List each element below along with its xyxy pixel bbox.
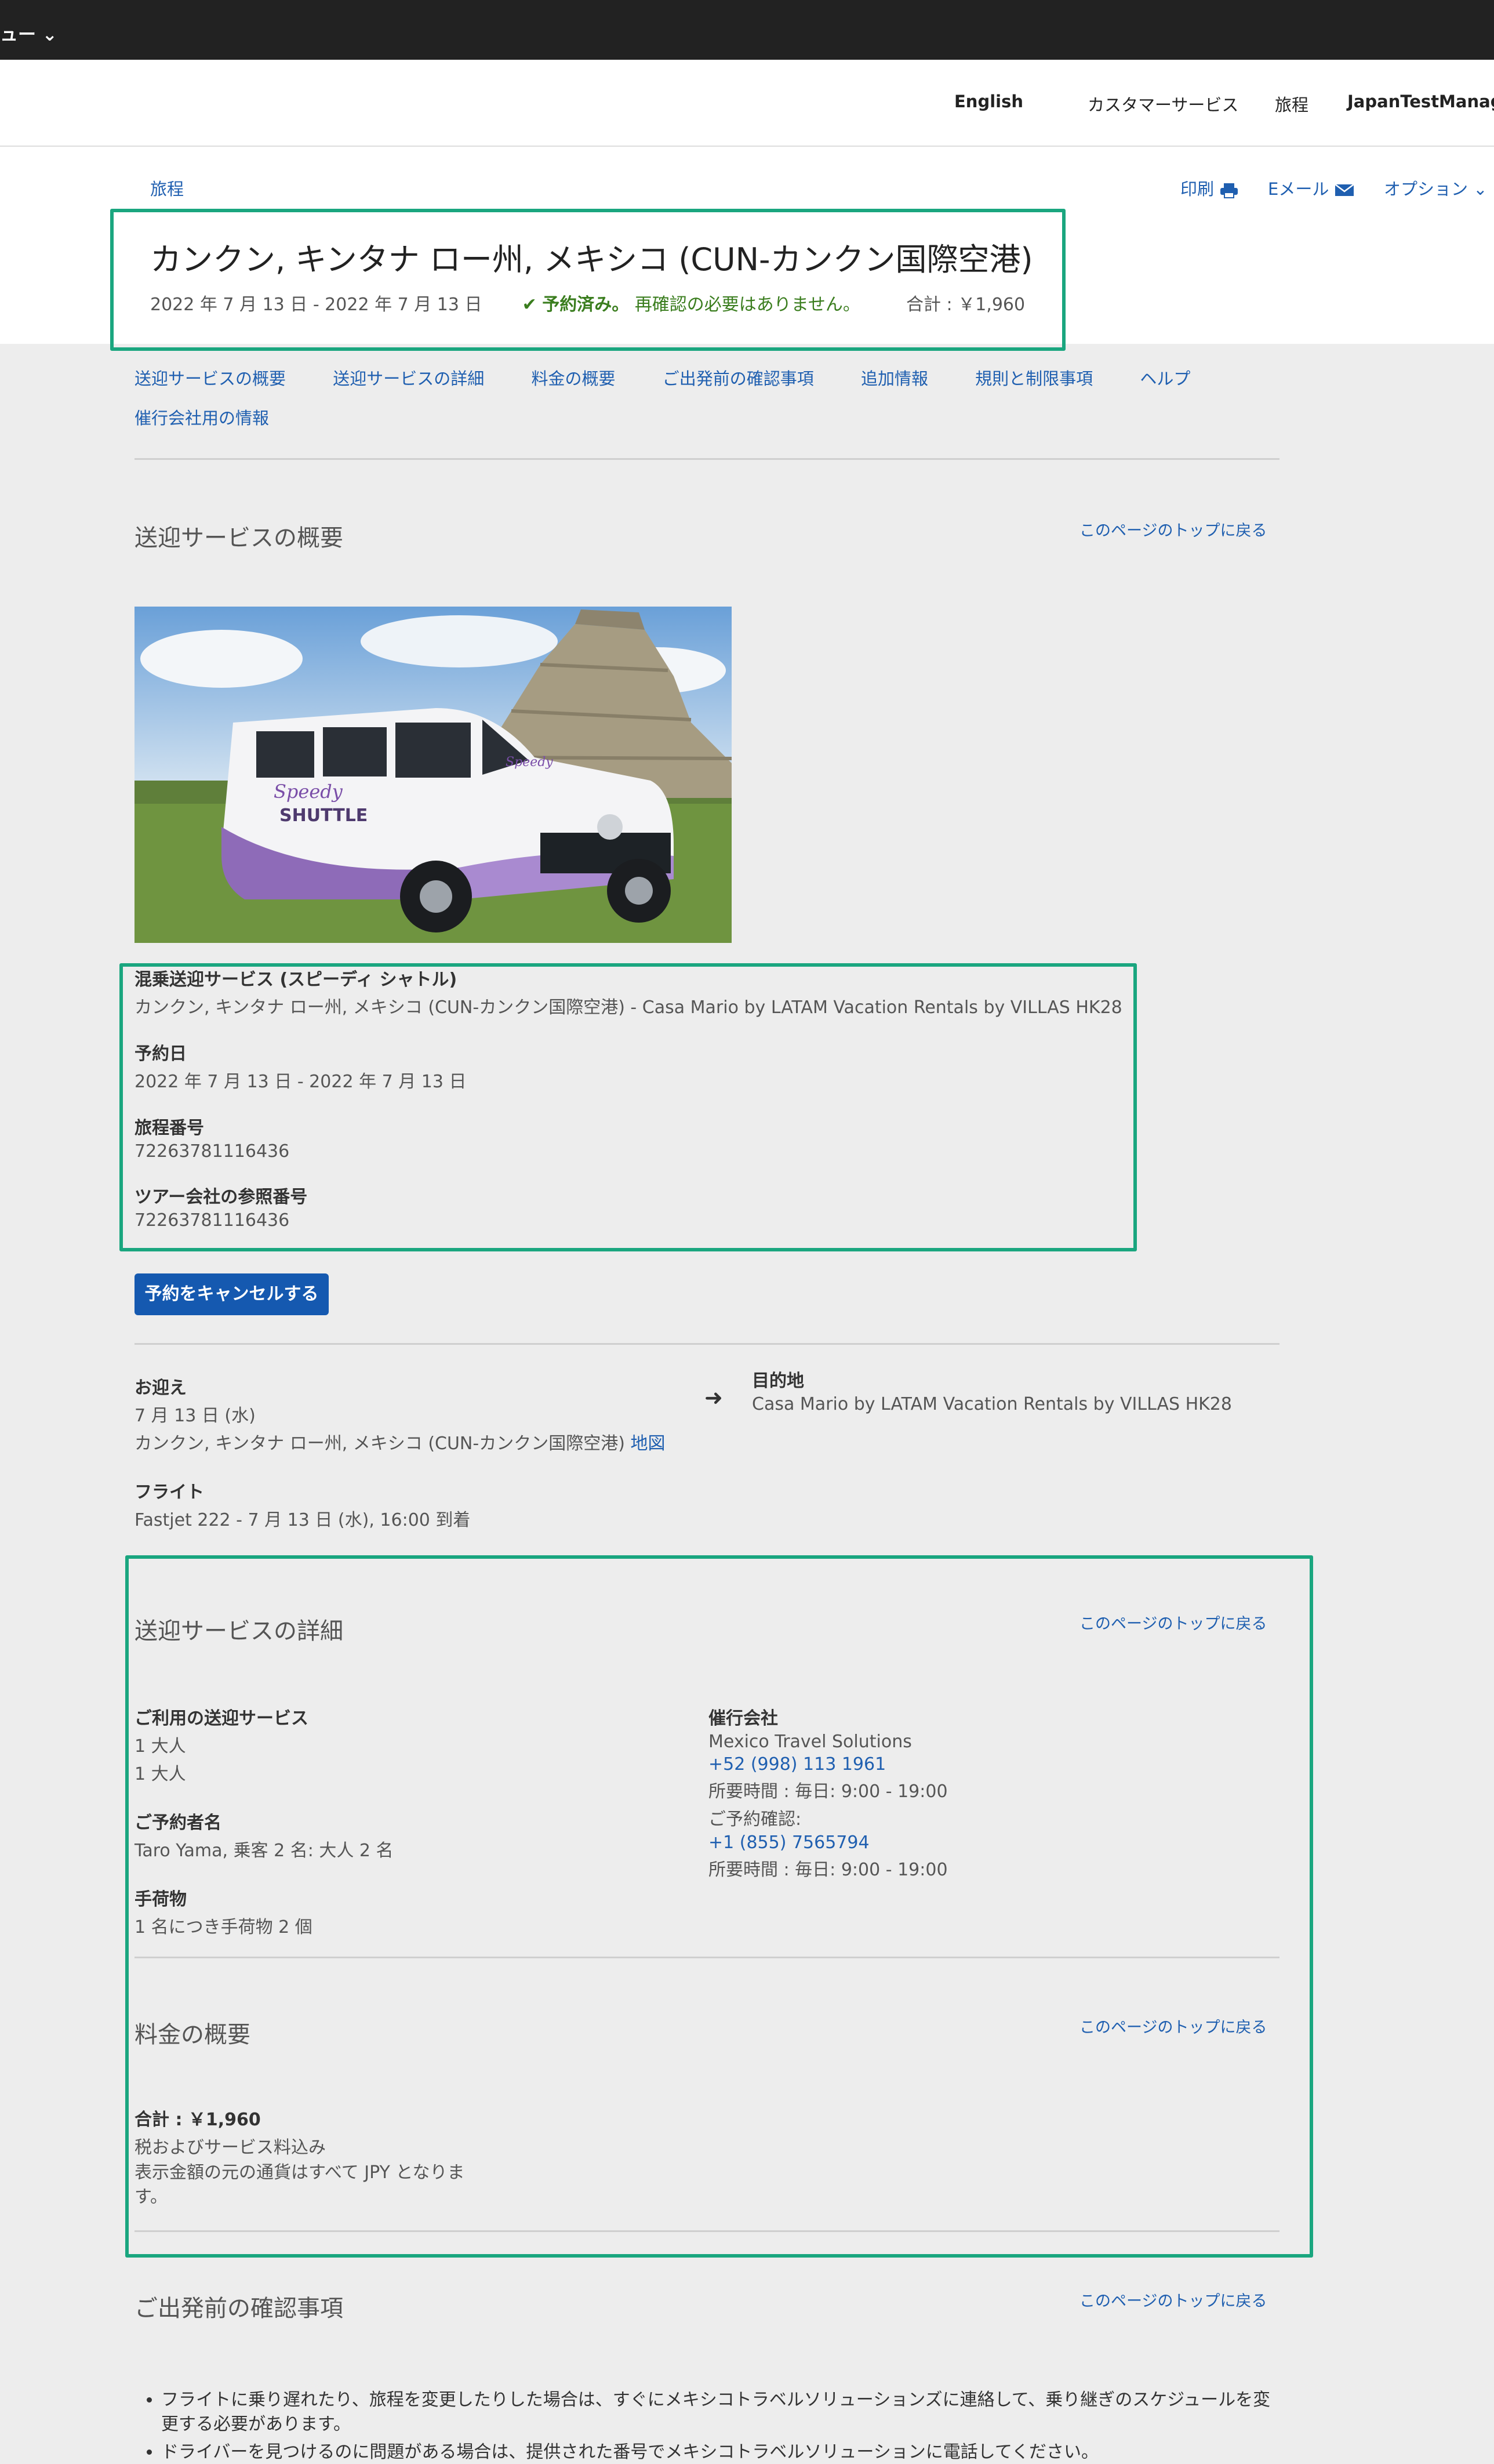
itinerary-link[interactable]: 旅程	[1275, 92, 1308, 116]
details-title: 送迎サービスの詳細	[135, 1618, 343, 1645]
menu-toggle[interactable]: ュー ⌄	[0, 20, 57, 46]
chevron-down-icon: ⌄	[1473, 179, 1488, 199]
service-type-label: ご利用の送迎サービス	[135, 1708, 308, 1729]
arrow-right-icon: ➜	[704, 1385, 723, 1410]
currency-note: 表示金額の元の通貨はすべて JPY となります。	[135, 2162, 465, 2207]
back-to-top-link[interactable]: このページのトップに戻る	[1079, 518, 1267, 540]
highlight-title	[110, 209, 1066, 351]
van-brand-bottom: SHUTTLE	[279, 805, 368, 826]
email-button[interactable]: Eメール	[1268, 176, 1354, 200]
flight-label: フライト	[135, 1482, 204, 1503]
print-label: 印刷	[1180, 179, 1215, 199]
options-label: オプション	[1384, 179, 1468, 199]
shuttle-image-art: Speedy SHUTTLE Speedy	[135, 607, 732, 943]
options-dropdown[interactable]: オプション ⌄	[1384, 176, 1488, 200]
highlight-summary	[119, 963, 1137, 1251]
luggage-label: 手荷物	[135, 1889, 187, 1910]
service-line-2: 1 大人	[135, 1764, 186, 1784]
back-to-top-link[interactable]: このページのトップに戻る	[1079, 2015, 1267, 2037]
destination-label: 目的地	[752, 1371, 804, 1391]
destination-block: 目的地 Casa Mario by LATAM Vacation Rentals…	[752, 1366, 1232, 1414]
nav-help[interactable]: ヘルプ	[1140, 369, 1190, 389]
booker-name: Taro Yama, 乗客 2 名: 大人 2 名	[135, 1841, 394, 1861]
nav-overview[interactable]: 送迎サービスの概要	[135, 369, 286, 389]
pickup-date: 7 月 13 日 (水)	[135, 1406, 256, 1426]
list-item: ドライバーを見つけるのに問題がある場合は、提供された番号でメキシコトラベルソリュ…	[161, 2440, 1280, 2464]
pickup-place: カンクン, キンタナ ロー州, メキシコ (CUN-カンクン国際空港)	[135, 1434, 625, 1454]
breadcrumb[interactable]: 旅程	[150, 176, 184, 200]
email-label: Eメール	[1268, 179, 1329, 199]
divider	[135, 1957, 1279, 1958]
nav-pricing[interactable]: 料金の概要	[531, 369, 615, 389]
departure-notes: フライトに乗り遅れたり、旅程を変更したりした場合は、すぐにメキシコトラベルソリュ…	[161, 2388, 1280, 2464]
printer-icon	[1220, 183, 1238, 198]
pickup-block: お迎え 7 月 13 日 (水) カンクン, キンタナ ロー州, メキシコ (C…	[135, 1373, 665, 1531]
confirm-phone-link[interactable]: +1 (855) 7565794	[708, 1832, 948, 1853]
account-link[interactable]: JapanTestManager	[1347, 92, 1494, 111]
map-link[interactable]: 地図	[630, 1434, 665, 1454]
operator-hours: 所要時間 : 毎日: 9:00 - 19:00	[708, 1781, 948, 1802]
divider	[135, 2230, 1279, 2232]
flight-info: Fastjet 222 - 7 月 13 日 (水), 16:00 到着	[135, 1510, 471, 1530]
van-brand-top: Speedy	[274, 781, 343, 803]
customer-service-link[interactable]: カスタマーサービス	[1088, 92, 1238, 116]
top-bar: ュー ⌄	[0, 0, 1494, 60]
van-brand-front: Speedy	[506, 755, 553, 770]
envelope-icon	[1334, 184, 1354, 196]
operator-phone-link[interactable]: +52 (998) 113 1961	[708, 1754, 948, 1774]
tax-note: 税およびサービス料込み	[135, 2138, 326, 2158]
nav-details[interactable]: 送迎サービスの詳細	[333, 369, 484, 389]
print-button[interactable]: 印刷	[1180, 176, 1239, 200]
before-departure-title: ご出発前の確認事項	[135, 2295, 343, 2322]
shuttle-image: Speedy SHUTTLE Speedy	[135, 607, 732, 943]
site-header: English カスタマーサービス 旅程 JapanTestManager	[0, 60, 1494, 147]
service-details: ご利用の送迎サービス 1 大人 1 大人 ご予約者名 Taro Yama, 乗客…	[135, 1704, 394, 1938]
nav-operator-info[interactable]: 催行会社用の情報	[135, 405, 269, 429]
nav-rules[interactable]: 規則と制限事項	[975, 369, 1093, 389]
operator-label: 催行会社	[708, 1708, 778, 1729]
back-to-top-link[interactable]: このページのトップに戻る	[1079, 2288, 1267, 2311]
confirm-hours: 所要時間 : 毎日: 9:00 - 19:00	[708, 1860, 948, 1880]
section-nav: 送迎サービスの概要 送迎サービスの詳細 料金の概要 ご出発前の確認事項 追加情報…	[135, 365, 1294, 390]
back-to-top-link[interactable]: このページのトップに戻る	[1079, 1611, 1267, 1634]
pricing-summary: 合計 : ￥1,960 税およびサービス料込み 表示金額の元の通貨はすべて JP…	[135, 2105, 494, 2209]
destination: Casa Mario by LATAM Vacation Rentals by …	[752, 1394, 1232, 1414]
pickup-label: お迎え	[135, 1378, 187, 1398]
language-link[interactable]: English	[954, 92, 1023, 111]
pricing-title: 料金の概要	[135, 2022, 250, 2048]
nav-before-departure[interactable]: ご出発前の確認事項	[663, 369, 814, 389]
pricing-total: 合計 : ￥1,960	[135, 2110, 261, 2130]
operator-details: 催行会社 Mexico Travel Solutions +52 (998) 1…	[708, 1704, 948, 1881]
cancel-booking-button[interactable]: 予約をキャンセルする	[135, 1273, 329, 1315]
booker-label: ご予約者名	[135, 1813, 221, 1833]
divider	[135, 458, 1279, 460]
service-line-1: 1 大人	[135, 1736, 186, 1757]
operator-name: Mexico Travel Solutions	[708, 1732, 912, 1752]
overview-title: 送迎サービスの概要	[135, 525, 343, 551]
nav-additional-info[interactable]: 追加情報	[861, 369, 928, 389]
confirm-label: ご予約確認:	[708, 1809, 802, 1830]
luggage-info: 1 名につき手荷物 2 個	[135, 1917, 312, 1937]
list-item: フライトに乗り遅れたり、旅程を変更したりした場合は、すぐにメキシコトラベルソリュ…	[161, 2388, 1280, 2437]
divider	[135, 1343, 1279, 1345]
